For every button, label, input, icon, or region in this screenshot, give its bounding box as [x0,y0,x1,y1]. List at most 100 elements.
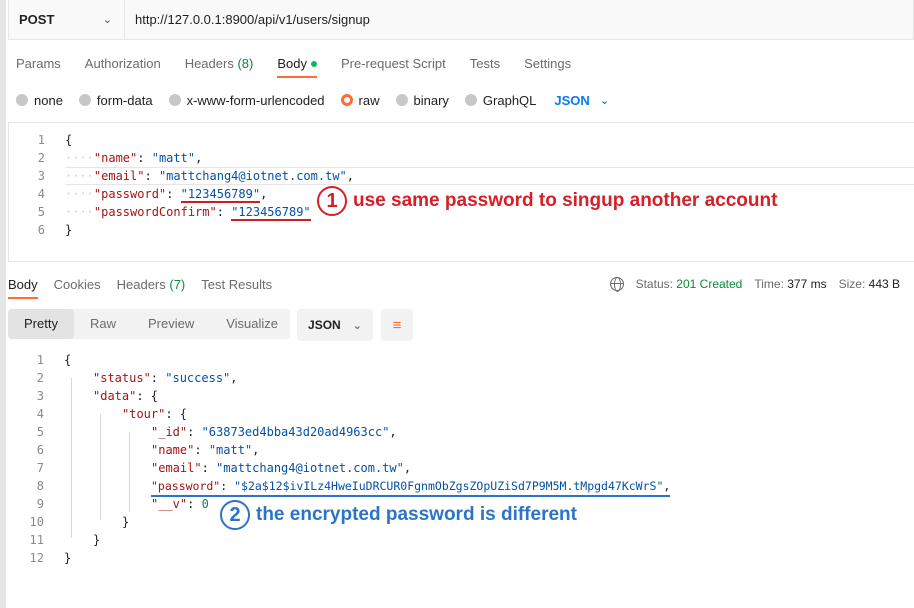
annotation-text: use same password to singup another acco… [353,190,778,211]
tab-test-results[interactable]: Test Results [201,277,272,299]
line-number: 2 [37,151,45,165]
chevron-down-icon: ⌄ [352,319,362,332]
json-key: "email" [93,169,145,183]
line-number: 5 [37,205,45,219]
tab-response-headers[interactable]: Headers (7) [117,277,186,299]
chevron-down-icon: ⌄ [599,94,610,107]
view-mode-toolbar: Pretty Raw Preview Visualize [8,309,290,339]
radio-circle-icon [395,94,408,106]
line-number: 10 [29,515,44,529]
indent-guide [100,414,101,520]
view-visualize[interactable]: Visualize [210,309,294,339]
line-number: 11 [29,533,44,547]
json-value: "matt" [208,443,253,457]
method-select[interactable]: POST ⌄ [9,0,125,40]
line-number: 4 [36,407,44,421]
brace-open: { [65,133,73,147]
status-label: Status: [635,277,673,291]
tab-headers-label: Headers [184,56,234,71]
body-type-radios: none form-data x-www-form-urlencoded raw… [16,90,609,110]
tab-body[interactable]: Body [277,56,317,78]
response-tabs: Body Cookies Headers (7) Test Results [8,277,288,299]
response-status: Status: 201 Created Time: 377 ms Size: 4… [609,277,900,292]
json-value: "mattchang4@iotnet.com.tw" [158,169,347,183]
radio-binary[interactable]: binary [395,92,449,108]
brace-close: } [93,533,101,547]
view-preview[interactable]: Preview [132,309,210,339]
radio-circle-icon [464,94,477,106]
view-pretty[interactable]: Pretty [8,309,74,339]
radio-circle-icon [168,94,181,106]
json-value: "matt" [151,151,196,165]
time-value[interactable]: 377 ms [787,277,826,291]
password-confirm-value: "123456789" [231,205,311,221]
json-value: "63873ed4bba43d20ad4963cc" [201,425,390,439]
request-tabs: Params Authorization Headers (8) Body Pr… [16,56,595,78]
indent-guide [129,432,130,512]
json-value: "success" [165,371,231,385]
tab-headers-count: (8) [237,56,254,71]
chevron-down-icon: ⌄ [102,14,112,26]
line-number: 3 [37,169,45,183]
json-key: "passwordConfirm" [93,205,217,219]
annotation-number-badge: 1 [317,186,347,216]
line-number: 9 [36,497,44,511]
json-key: "tour" [122,407,166,421]
radio-form-data[interactable]: form-data [78,93,153,108]
radio-circle-icon [78,94,91,106]
size-value[interactable]: 443 B [869,277,900,291]
globe-icon[interactable] [609,277,624,292]
radio-graphql[interactable]: GraphQL [464,92,537,108]
radio-label: none [34,92,63,108]
time-label: Time: [754,277,784,291]
status-value[interactable]: 201 Created [676,277,742,291]
json-key: "password" [151,479,221,493]
line-number: 1 [37,133,45,147]
json-key: "password" [93,187,167,201]
response-body-editor[interactable]: 1{ 2 "status": "success", 3 "data": { 4 "to… [8,350,914,570]
tab-cookies[interactable]: Cookies [54,277,101,299]
tab-response-headers-count: (7) [169,277,186,292]
line-number: 7 [36,461,44,475]
json-key: "data" [93,389,137,403]
encrypted-password-value: "$2a$12$ivILz4HweIuDRCUR0FgnmObZgsZOpUZi… [234,479,664,493]
annotation-2: 2 the encrypted password is different [220,500,577,530]
wrap-lines-button[interactable]: ≡ [381,309,413,341]
tab-pre-request-script[interactable]: Pre-request Script [341,56,446,78]
url-input[interactable]: http://127.0.0.1:8900/api/v1/users/signu… [125,12,370,27]
radio-x-www-form-urlencoded[interactable]: x-www-form-urlencoded [168,92,325,108]
tab-params[interactable]: Params [16,56,61,78]
brace-close: } [122,515,130,529]
json-key: "status" [93,371,151,385]
json-key: "__v" [151,497,188,511]
annotation-1: 1 use same password to singup another ac… [317,186,777,216]
tab-settings[interactable]: Settings [524,56,571,78]
tab-headers[interactable]: Headers (8) [185,56,254,78]
body-format-select[interactable]: JSON ⌄ [554,93,609,108]
json-key: "_id" [151,425,188,439]
line-number: 6 [37,223,45,237]
line-number: 3 [36,389,44,403]
annotation-text: the encrypted password is different [256,504,577,525]
tab-response-body[interactable]: Body [8,277,38,299]
radio-label: x-www-form-urlencoded [186,92,325,108]
line-number: 2 [36,371,44,385]
view-raw[interactable]: Raw [74,309,132,339]
response-format-select[interactable]: JSON ⌄ [297,309,373,341]
line-number: 1 [36,353,44,367]
modified-dot-icon [310,60,317,67]
radio-raw[interactable]: raw [340,92,380,108]
json-value: 0 [201,497,209,511]
indent-guide [71,378,72,538]
line-number: 5 [36,425,44,439]
radio-label: binary [413,92,449,108]
tab-tests[interactable]: Tests [470,56,500,78]
radio-label: raw [358,92,380,108]
password-value: "123456789" [180,187,261,203]
brace-close: } [65,223,73,237]
radio-selected-icon [340,94,353,106]
radio-none[interactable]: none [16,93,63,108]
radio-label: GraphQL [482,92,537,108]
tab-authorization[interactable]: Authorization [85,56,161,78]
size-label: Size: [838,277,866,291]
